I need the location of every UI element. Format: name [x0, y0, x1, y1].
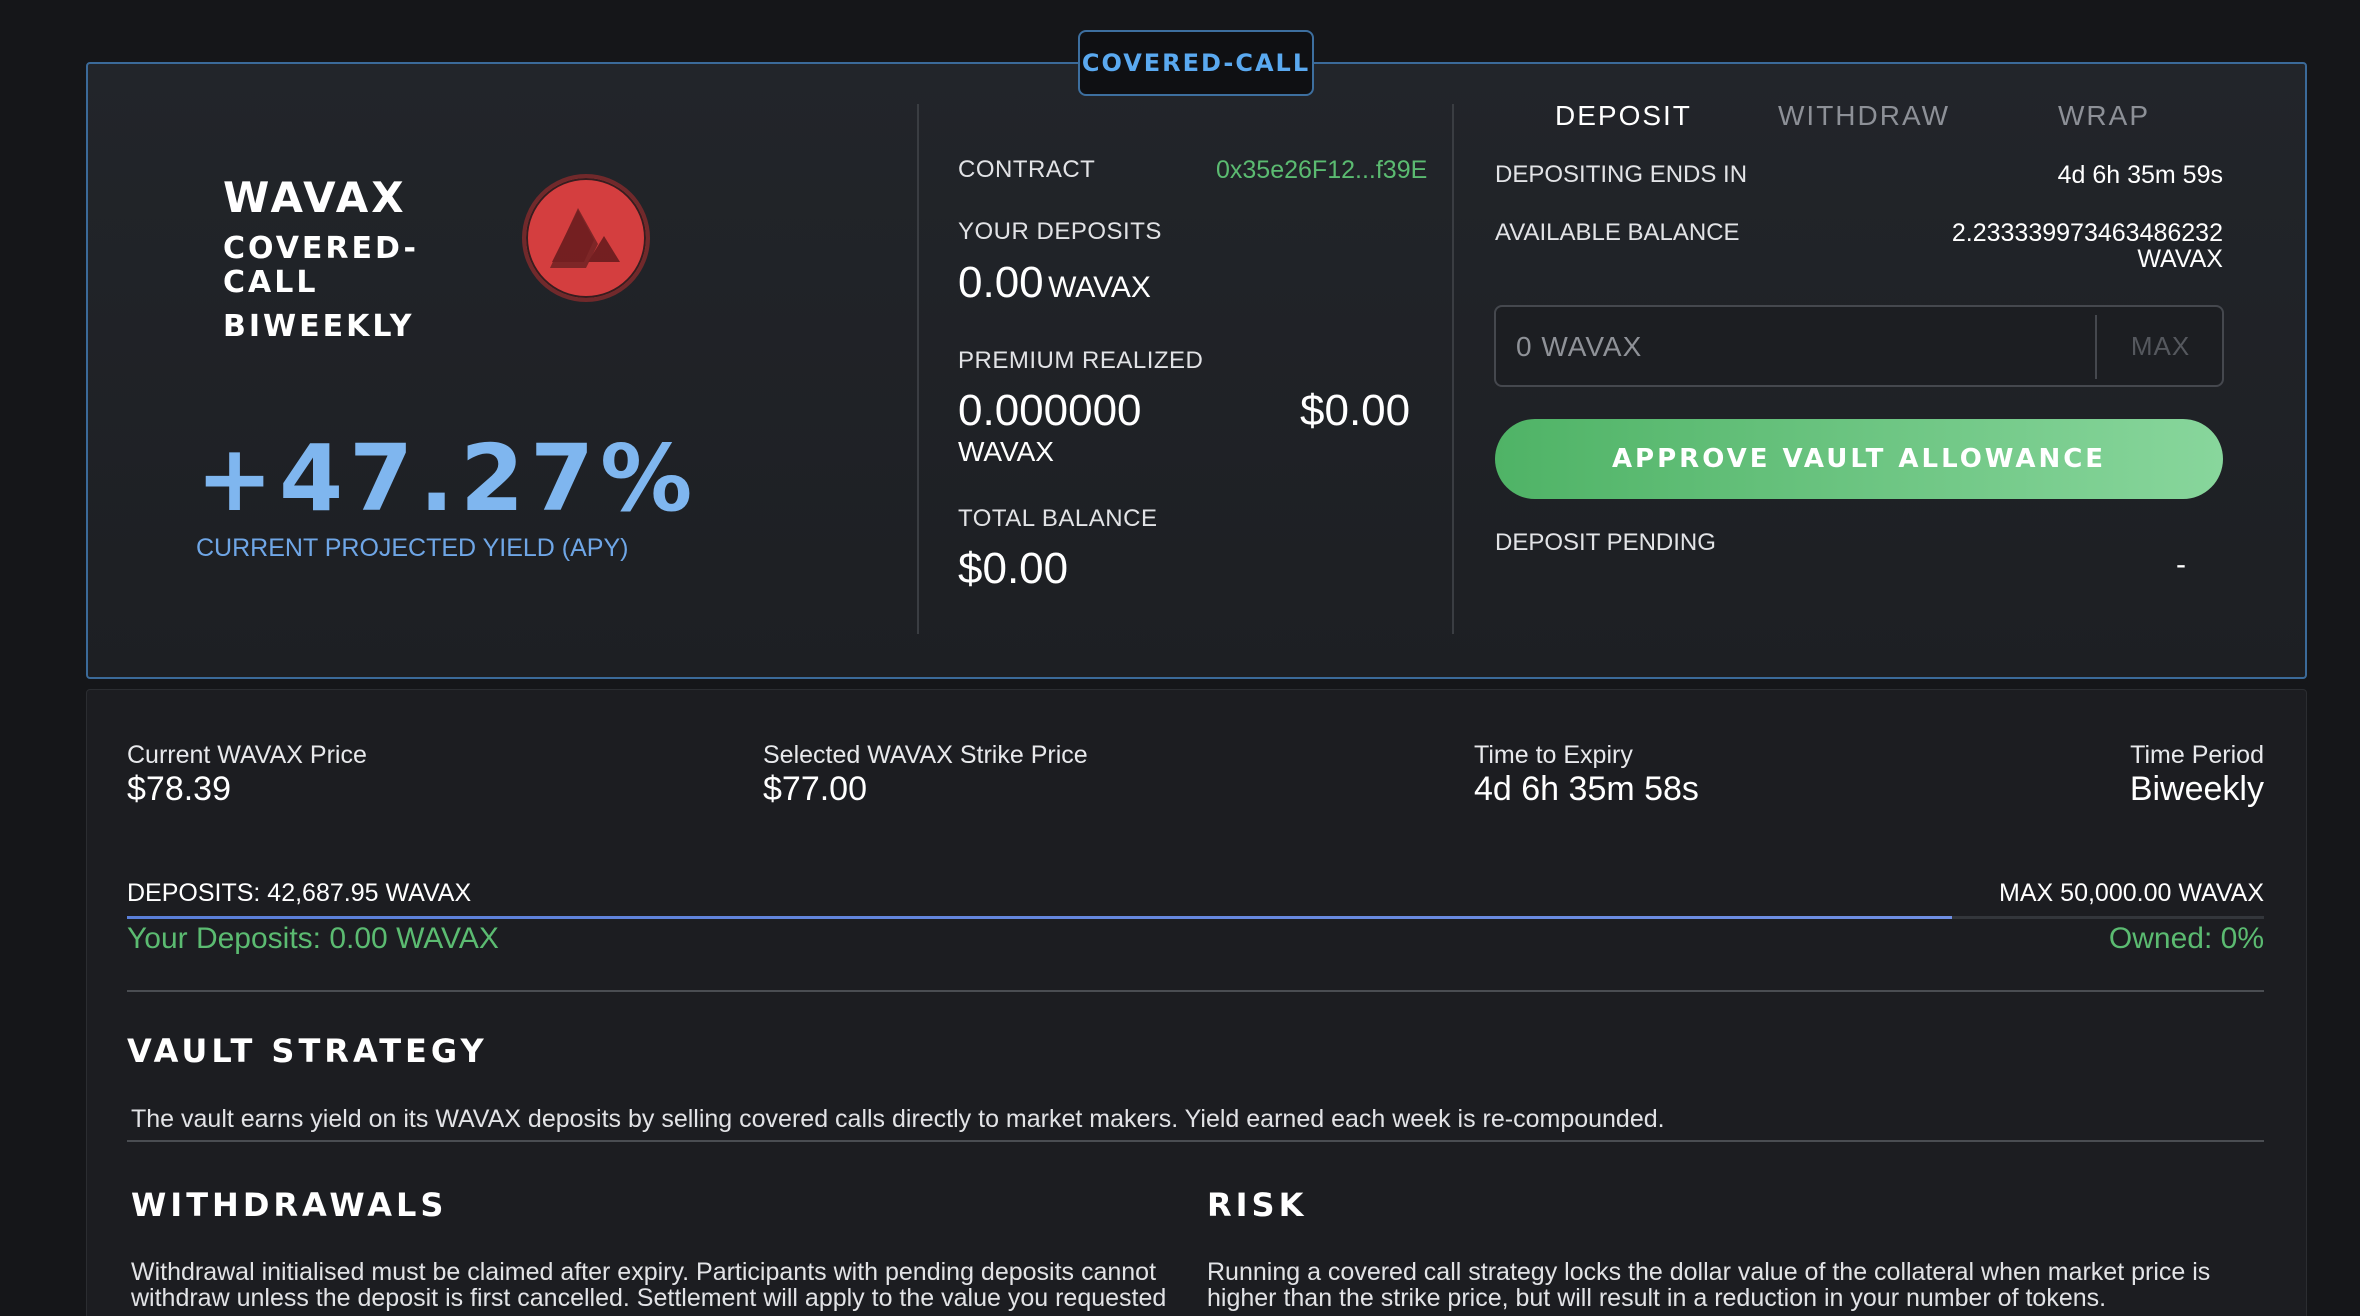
- deposit-pending-label: DEPOSIT PENDING: [1495, 529, 1716, 556]
- premium-realized-unit: WAVAX: [958, 436, 1054, 467]
- avalanche-logo-icon: [522, 174, 650, 302]
- max-capacity-text: MAX 50,000.00 WAVAX: [1999, 879, 2264, 907]
- current-price-label: Current WAVAX Price: [127, 741, 367, 769]
- vault-strategy-text: The vault earns yield on its WAVAX depos…: [131, 1105, 1665, 1133]
- available-balance-unit: WAVAX: [2137, 245, 2223, 273]
- depositing-ends-label: DEPOSITING ENDS IN: [1495, 161, 1748, 188]
- tab-deposit[interactable]: DEPOSIT: [1555, 100, 1692, 132]
- time-to-expiry-label: Time to Expiry: [1474, 741, 1633, 769]
- withdrawals-title: WITHDRAWALS: [131, 1186, 448, 1224]
- vault-strategy: COVERED-: [223, 231, 419, 266]
- withdrawals-text-line-2: withdraw unless the deposit is first can…: [131, 1284, 1167, 1312]
- capacity-progress-bar: [127, 916, 2264, 919]
- your-deposits-label: YOUR DEPOSITS: [958, 218, 1162, 245]
- owned-percent-text: Owned: 0%: [2108, 922, 2264, 955]
- vault-type-badge: COVERED-CALL: [1078, 30, 1314, 96]
- tab-wrap[interactable]: WRAP: [2058, 100, 2150, 132]
- time-to-expiry-value: 4d 6h 35m 58s: [1474, 770, 1699, 808]
- deposit-pending-value: -: [2176, 548, 2186, 581]
- your-deposits-text: Your Deposits: 0.00 WAVAX: [127, 922, 499, 955]
- depositing-ends-value: 4d 6h 35m 59s: [2057, 161, 2223, 189]
- premium-realized-value: 0.000000: [958, 386, 1142, 435]
- withdrawals-text-line-1: Withdrawal initialised must be claimed a…: [131, 1258, 1157, 1286]
- max-button[interactable]: MAX: [2097, 307, 2224, 385]
- deposit-amount-input[interactable]: [1516, 325, 2076, 369]
- tab-withdraw[interactable]: WITHDRAW: [1778, 100, 1950, 132]
- your-deposits-unit: WAVAX: [1048, 271, 1151, 304]
- premium-realized-usd: $0.00: [1300, 386, 1411, 435]
- strike-price-label: Selected WAVAX Strike Price: [763, 741, 1088, 769]
- approve-vault-allowance-button[interactable]: APPROVE VAULT ALLOWANCE: [1495, 419, 2223, 499]
- deposit-amount-field: MAX: [1494, 305, 2224, 387]
- risk-title: RISK: [1207, 1186, 1308, 1224]
- capacity-progress-fill: [127, 916, 1952, 919]
- your-deposits-value: 0.00: [958, 258, 1044, 307]
- panel-divider: [917, 104, 919, 634]
- total-balance-value: $0.00: [958, 544, 1069, 593]
- vault-strategy-2: CALL: [223, 265, 319, 300]
- total-deposits-text: DEPOSITS: 42,687.95 WAVAX: [127, 879, 472, 907]
- strike-price-value: $77.00: [763, 770, 867, 808]
- available-balance-value: 2.233339973463486232: [1951, 219, 2223, 247]
- risk-text-line-1: Running a covered call strategy locks th…: [1207, 1258, 2211, 1286]
- premium-realized-label: PREMIUM REALIZED: [958, 347, 1204, 374]
- section-divider: [127, 1140, 2264, 1142]
- available-balance-label: AVAILABLE BALANCE: [1495, 219, 1740, 246]
- vault-asset: WAVAX: [223, 173, 407, 222]
- contract-address-link[interactable]: 0x35e26F12...f39E: [1216, 156, 1427, 185]
- current-price-value: $78.39: [127, 770, 231, 808]
- panel-divider: [1452, 104, 1454, 634]
- apy-label: CURRENT PROJECTED YIELD (APY): [196, 534, 629, 562]
- risk-text-line-2: higher than the strike price, but will r…: [1207, 1284, 2107, 1312]
- time-period-label: Time Period: [2130, 741, 2264, 769]
- contract-label: CONTRACT: [958, 156, 1096, 183]
- apy-value: +47.27%: [196, 425, 699, 532]
- total-balance-label: TOTAL BALANCE: [958, 505, 1158, 532]
- time-period-value: Biweekly: [2129, 770, 2264, 808]
- your-deposits: 0.00 WAVAX: [958, 258, 1151, 308]
- section-divider: [127, 990, 2264, 992]
- vault-period: BIWEEKLY: [223, 309, 415, 344]
- vault-title: WAVAX COVERED- CALL BIWEEKLY: [223, 172, 453, 344]
- vault-strategy-title: VAULT STRATEGY: [127, 1032, 488, 1070]
